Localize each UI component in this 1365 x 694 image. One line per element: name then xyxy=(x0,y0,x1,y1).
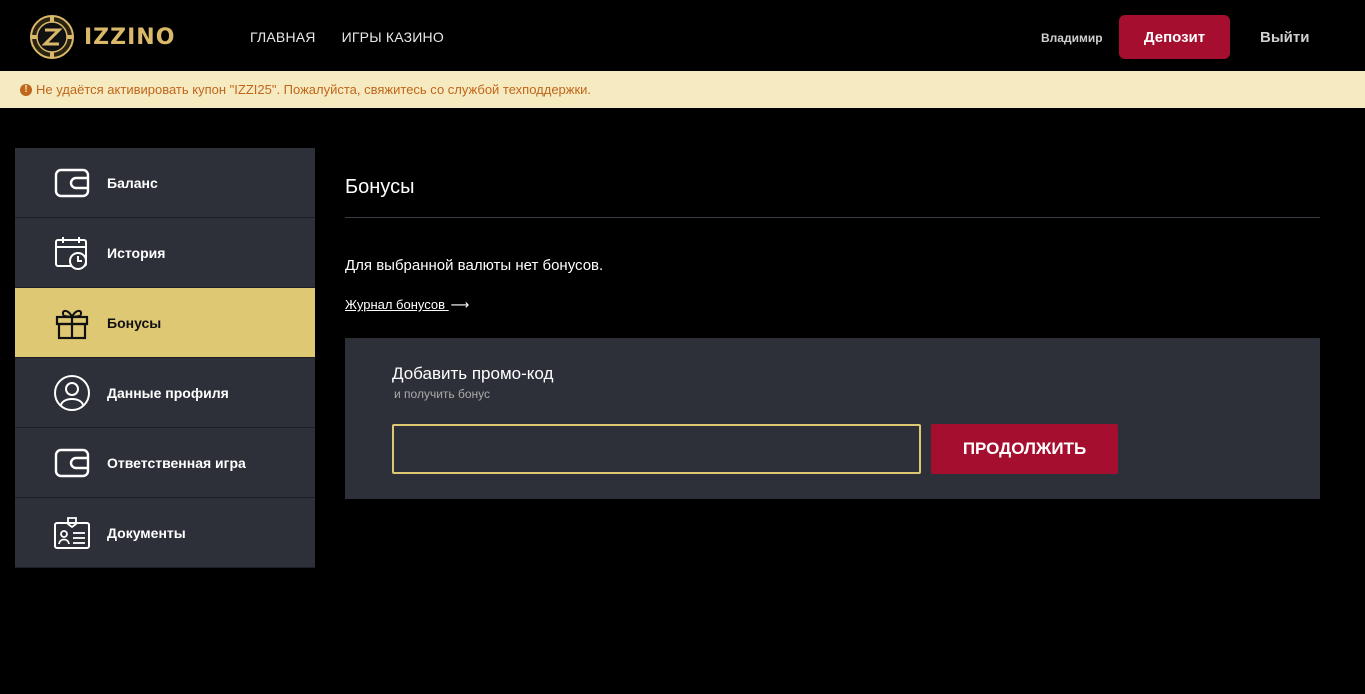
sidebar-item-label: История xyxy=(107,244,166,261)
logo[interactable]: IZZINO xyxy=(30,14,174,60)
sidebar-item-balance[interactable]: Баланс xyxy=(15,148,315,218)
wallet-icon xyxy=(52,163,92,203)
gift-icon xyxy=(52,303,92,343)
alert-text: Не удаётся активировать купон "IZZI25". … xyxy=(36,82,592,97)
nav-casino-games[interactable]: ИГРЫ КАЗИНО xyxy=(342,29,444,45)
casino-chip-icon xyxy=(30,15,74,59)
page-title: Бонусы xyxy=(345,176,415,198)
sidebar-item-bonuses[interactable]: Бонусы xyxy=(15,288,315,358)
bonus-journal-link[interactable]: Журнал бонусов ⟶ xyxy=(345,297,469,313)
continue-button[interactable]: ПРОДОЛЖИТЬ xyxy=(931,424,1118,474)
sidebar-item-label: Бонусы xyxy=(107,314,162,331)
calendar-clock-icon xyxy=(52,233,92,273)
sidebar-item-responsible-gaming[interactable]: Ответственная игра xyxy=(15,428,315,498)
main-content: Бонусы Для выбранной валюты нет бонусов.… xyxy=(345,148,1320,499)
exclamation-icon: ! xyxy=(20,83,32,96)
sidebar-item-history[interactable]: История xyxy=(15,218,315,288)
sidebar-item-label: Ответственная игра xyxy=(107,454,246,471)
promo-code-panel: Добавить промо-код и получить бонус ПРОД… xyxy=(345,338,1320,499)
sidebar-item-label: Баланс xyxy=(107,174,158,191)
promo-title: Добавить промо-код xyxy=(392,364,554,383)
promo-code-input[interactable] xyxy=(392,424,921,474)
id-card-icon xyxy=(52,513,92,553)
sidebar-item-profile[interactable]: Данные профиля xyxy=(15,358,315,428)
logout-link[interactable]: Выйти xyxy=(1260,29,1309,46)
arrow-right-icon: ⟶ xyxy=(450,297,470,312)
user-icon xyxy=(52,373,92,413)
main-nav: ГЛАВНАЯ ИГРЫ КАЗИНО xyxy=(250,29,444,45)
top-header: IZZINO ГЛАВНАЯ ИГРЫ КАЗИНО Владимир Депо… xyxy=(0,0,1365,71)
account-sidebar: Баланс История Бонусы Данные профиля Отв… xyxy=(15,148,315,568)
journal-link-label: Журнал бонусов xyxy=(345,297,446,312)
no-bonus-message: Для выбранной валюты нет бонусов. xyxy=(345,257,604,274)
coupon-error-alert: ! Не удаётся активировать купон "IZZI25"… xyxy=(0,71,1365,108)
sidebar-item-documents[interactable]: Документы xyxy=(15,498,315,568)
wallet-icon xyxy=(52,443,92,483)
sidebar-item-label: Данные профиля xyxy=(107,384,229,401)
promo-subtitle: и получить бонус xyxy=(394,387,491,401)
nav-home[interactable]: ГЛАВНАЯ xyxy=(250,29,316,45)
title-divider xyxy=(345,217,1320,218)
logo-text: IZZINO xyxy=(84,24,176,50)
deposit-button[interactable]: Депозит xyxy=(1119,15,1230,59)
username[interactable]: Владимир xyxy=(1041,31,1103,45)
sidebar-item-label: Документы xyxy=(107,524,186,541)
